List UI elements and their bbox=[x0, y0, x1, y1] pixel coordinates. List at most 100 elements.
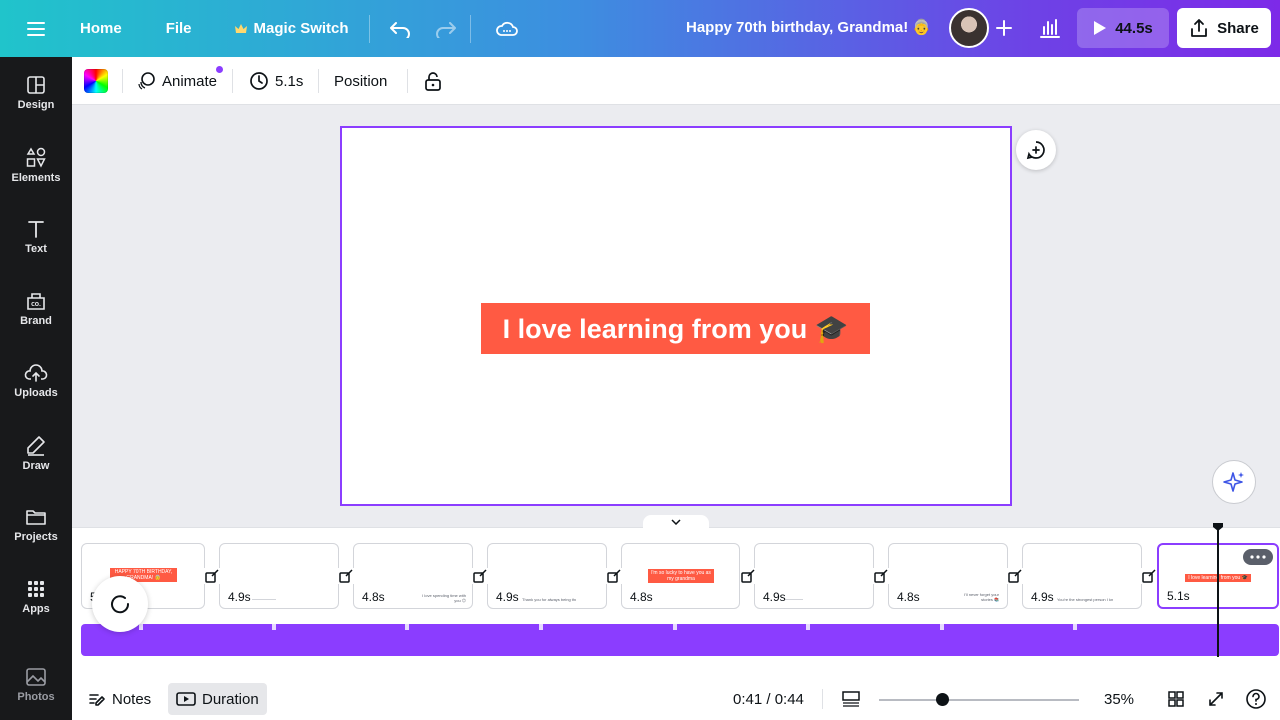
lock-icon bbox=[425, 72, 441, 91]
more-horizontal-icon bbox=[1250, 555, 1266, 559]
transition-button[interactable] bbox=[873, 568, 889, 584]
grid-view-toggle[interactable] bbox=[839, 687, 863, 711]
thumbnail-text: I'm so lucky to have you as my grandma bbox=[648, 569, 714, 583]
thumbnail-text: I love spending time with you 😊 bbox=[422, 593, 466, 603]
file-menu[interactable]: File bbox=[158, 11, 200, 47]
brand-icon: CO. bbox=[27, 293, 45, 310]
time-readout: 0:41 / 0:44 bbox=[733, 691, 804, 708]
notes-button[interactable]: Notes bbox=[80, 683, 159, 715]
duration-label: Duration bbox=[202, 690, 259, 708]
audio-marker bbox=[940, 624, 944, 630]
playhead-handle-icon[interactable] bbox=[1212, 522, 1224, 532]
sidebar-item-label: Projects bbox=[14, 531, 58, 543]
sidebar-item-brand[interactable]: CO. Brand bbox=[0, 277, 72, 341]
menu-button[interactable] bbox=[0, 0, 72, 57]
transition-icon bbox=[874, 569, 888, 583]
add-collaborator-button[interactable] bbox=[990, 14, 1018, 42]
thumbnail-text: You're the strongest person I know 💪 bbox=[1057, 597, 1113, 602]
transition-button[interactable] bbox=[204, 568, 220, 584]
document-title[interactable]: Happy 70th birthday, Grandma! 👵 bbox=[686, 18, 931, 36]
page-thumbnail[interactable]: I'm so lucky to have you as my grandma 4… bbox=[621, 543, 740, 609]
duration-button[interactable]: Duration bbox=[168, 683, 267, 715]
magic-assistant-button[interactable] bbox=[1212, 460, 1256, 504]
transition-button[interactable] bbox=[338, 568, 354, 584]
sidebar-item-apps[interactable]: Apps bbox=[0, 565, 72, 629]
home-button[interactable]: Home bbox=[72, 11, 130, 47]
sidebar-item-projects[interactable]: Projects bbox=[0, 493, 72, 557]
page-thumbnail[interactable]: Thank you for always being there for me … bbox=[487, 543, 607, 609]
undo-button[interactable] bbox=[382, 11, 418, 47]
position-button[interactable]: Position bbox=[328, 65, 393, 97]
divider bbox=[368, 14, 370, 43]
transition-button[interactable] bbox=[606, 568, 622, 584]
layout-icon bbox=[27, 76, 45, 94]
thumbnail-text-line bbox=[785, 592, 803, 600]
sidebar-item-label: Apps bbox=[22, 603, 50, 615]
spinner-icon bbox=[111, 595, 130, 614]
present-play-button[interactable]: 44.5s bbox=[1077, 8, 1169, 48]
clock-icon bbox=[250, 72, 268, 90]
thumbnail-duration: 4.8s bbox=[630, 590, 653, 604]
playhead[interactable] bbox=[1217, 530, 1219, 657]
audio-track[interactable] bbox=[81, 624, 1279, 656]
audio-marker bbox=[673, 624, 677, 630]
zoom-slider-knob[interactable] bbox=[936, 693, 949, 706]
zoom-level[interactable]: 35% bbox=[1104, 691, 1134, 708]
sidebar-item-design[interactable]: Design bbox=[0, 61, 72, 125]
page-thumbnail[interactable]: 4.9s bbox=[754, 543, 874, 609]
animate-button[interactable]: Animate bbox=[130, 65, 223, 97]
page-thumbnail[interactable]: I'll never forget your stories 📚 4.8s bbox=[888, 543, 1008, 609]
sidebar: Design Elements Text CO. Brand Uploads D… bbox=[0, 57, 72, 720]
thumbnail-duration: 4.9s bbox=[1031, 590, 1054, 604]
page-thumbnail[interactable]: You're the strongest person I know 💪 4.9… bbox=[1022, 543, 1142, 609]
sidebar-item-elements[interactable]: Elements bbox=[0, 133, 72, 197]
transition-button[interactable] bbox=[740, 568, 756, 584]
redo-icon bbox=[435, 21, 456, 38]
transition-icon bbox=[741, 569, 755, 583]
shapes-icon bbox=[26, 147, 46, 168]
thumbnail-duration: 4.9s bbox=[228, 590, 251, 604]
color-picker-button[interactable] bbox=[84, 69, 108, 93]
magic-switch-label: Magic Switch bbox=[253, 20, 349, 37]
slide-text-box[interactable]: I love learning from you 🎓 bbox=[481, 303, 870, 354]
redo-button[interactable] bbox=[428, 11, 464, 47]
cloud-icon bbox=[495, 21, 518, 36]
page-thumbnail[interactable]: I love spending time with you 😊 4.8s bbox=[353, 543, 473, 609]
upload-share-icon bbox=[1191, 19, 1208, 37]
cloud-save-button[interactable] bbox=[489, 11, 525, 47]
share-button[interactable]: Share bbox=[1177, 8, 1271, 48]
page-thumbnail[interactable]: 4.9s bbox=[219, 543, 339, 609]
sidebar-item-uploads[interactable]: Uploads bbox=[0, 349, 72, 413]
avatar[interactable] bbox=[949, 8, 989, 48]
page-grid-button[interactable] bbox=[1164, 687, 1188, 711]
fullscreen-button[interactable] bbox=[1204, 687, 1228, 711]
page-more-options-button[interactable] bbox=[1243, 549, 1273, 565]
design-canvas[interactable]: I love learning from you 🎓 bbox=[340, 126, 1012, 506]
timing-button[interactable]: 5.1s bbox=[243, 65, 309, 97]
audio-marker bbox=[1073, 624, 1077, 630]
insights-button[interactable] bbox=[1030, 8, 1070, 48]
sidebar-item-photos[interactable]: Photos bbox=[0, 653, 72, 717]
divider bbox=[318, 69, 319, 93]
zoom-slider[interactable] bbox=[879, 699, 1079, 701]
transition-button[interactable] bbox=[1141, 568, 1157, 584]
lock-button[interactable] bbox=[418, 65, 448, 97]
svg-text:CO.: CO. bbox=[31, 302, 41, 308]
audio-marker bbox=[139, 624, 143, 630]
transition-button[interactable] bbox=[472, 568, 488, 584]
audio-marker bbox=[405, 624, 409, 630]
sidebar-item-label: Elements bbox=[11, 172, 61, 184]
divider bbox=[469, 14, 471, 43]
transition-icon bbox=[1008, 569, 1022, 583]
add-comment-button[interactable] bbox=[1016, 130, 1056, 170]
sidebar-item-label: Photos bbox=[17, 691, 55, 703]
help-button[interactable] bbox=[1244, 687, 1268, 711]
transition-icon bbox=[1142, 569, 1156, 583]
transition-button[interactable] bbox=[1007, 568, 1023, 584]
magic-switch-button[interactable]: Magic Switch bbox=[226, 11, 357, 47]
collapse-timeline-button[interactable] bbox=[643, 515, 709, 529]
animate-label: Animate bbox=[162, 72, 218, 90]
transition-icon bbox=[607, 569, 621, 583]
sidebar-item-text[interactable]: Text bbox=[0, 205, 72, 269]
sidebar-item-draw[interactable]: Draw bbox=[0, 421, 72, 485]
